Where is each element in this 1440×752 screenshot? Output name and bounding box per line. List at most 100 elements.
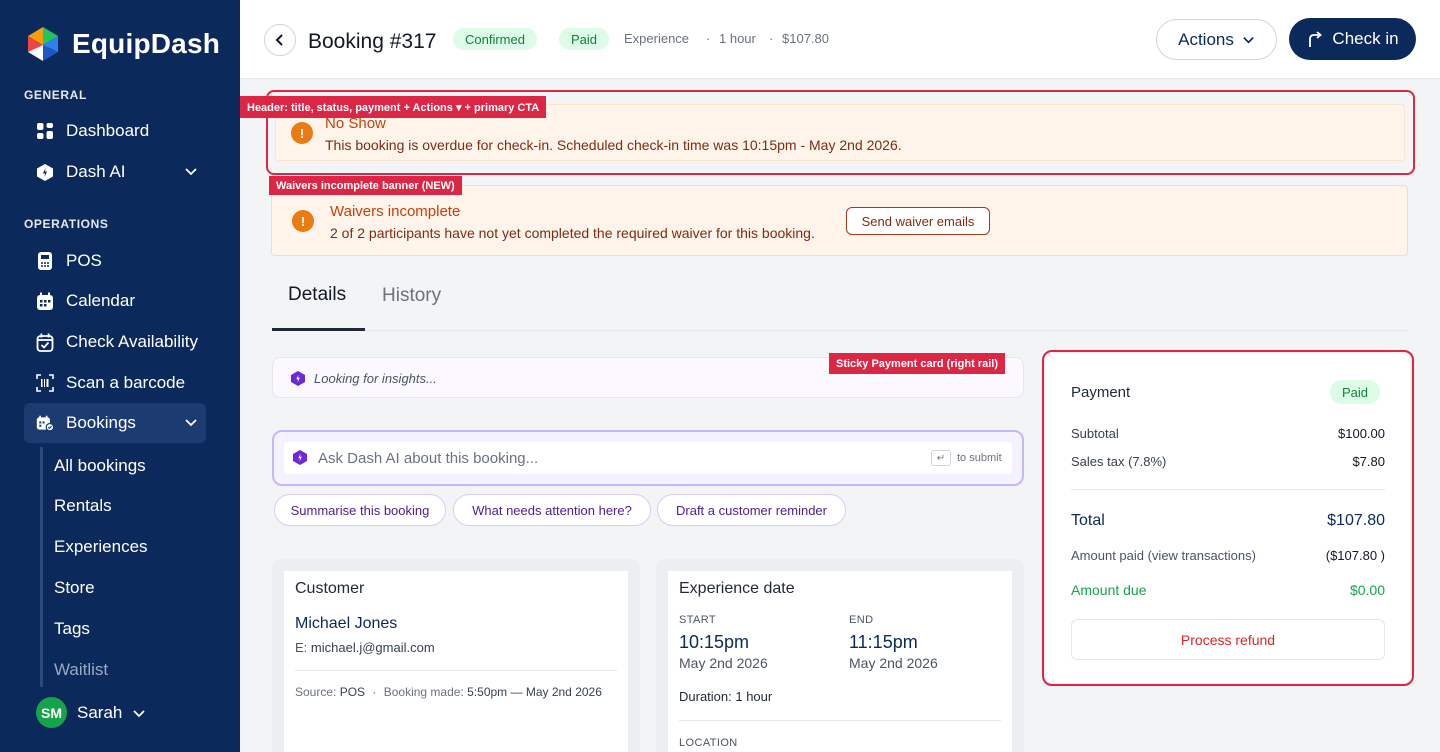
amount-paid-row: Amount paid (view transactions) ($107.80… xyxy=(1071,548,1385,563)
dash-ai-input[interactable] xyxy=(284,442,1012,474)
check-in-arrow-icon xyxy=(1309,31,1323,47)
payment-status-badge: Paid xyxy=(1330,380,1381,404)
sidebar-item-label: Dash AI xyxy=(66,162,126,181)
chevron-down-icon[interactable] xyxy=(184,164,198,178)
check-in-label: Check in xyxy=(1332,29,1399,48)
tab-details[interactable]: Details xyxy=(288,284,346,306)
barcode-scan-icon xyxy=(36,374,54,392)
waivers-text: 2 of 2 participants have not yet complet… xyxy=(330,225,815,241)
submit-hint: to submit xyxy=(957,452,1002,464)
avatar: SM xyxy=(36,697,67,728)
sidebar-item-label: Calendar xyxy=(66,291,135,310)
pos-terminal-icon xyxy=(36,252,54,270)
booking-amount: $107.80 xyxy=(782,31,829,46)
chip-needs-attention[interactable]: What needs attention here? xyxy=(453,494,651,526)
customer-name-link[interactable]: Michael Jones xyxy=(295,615,397,633)
no-show-text: This booking is overdue for check-in. Sc… xyxy=(325,137,902,153)
check-in-button[interactable]: Check in xyxy=(1289,18,1416,60)
chevron-down-icon[interactable] xyxy=(184,415,198,429)
sidebar-subitem-store[interactable]: Store xyxy=(54,578,95,598)
payment-title: Payment xyxy=(1071,384,1131,401)
status-badge: Confirmed xyxy=(453,28,537,50)
sidebar: EquipDash GENERAL Dashboard Dash AI OPER… xyxy=(0,0,240,752)
chip-draft-reminder[interactable]: Draft a customer reminder xyxy=(657,494,846,526)
sidebar-item-dash-ai[interactable]: Dash AI xyxy=(24,152,206,192)
sidebar-subitem-experiences[interactable]: Experiences xyxy=(54,537,148,557)
app-name: EquipDash xyxy=(72,28,221,59)
divider xyxy=(679,720,1001,721)
booking-source-line: Source: POS · Booking made: 5:50pm — May… xyxy=(295,683,605,701)
customer-email[interactable]: michael.j@gmail.com xyxy=(311,640,435,655)
chevron-left-icon xyxy=(275,34,283,46)
sidebar-item-check-availability[interactable]: Check Availability xyxy=(24,322,206,362)
tab-history[interactable]: History xyxy=(382,285,441,307)
send-waiver-emails-button[interactable]: Send waiver emails xyxy=(846,207,990,235)
waivers-title: Waivers incomplete xyxy=(330,203,461,220)
sidebar-subitem-waitlist[interactable]: Waitlist xyxy=(54,660,108,680)
chip-summarise-booking[interactable]: Summarise this booking xyxy=(274,494,446,526)
user-menu[interactable]: SM Sarah xyxy=(36,697,146,728)
booking-header: Booking #317 Confirmed Paid Experience ·… xyxy=(240,0,1440,79)
start-label: START xyxy=(679,614,717,626)
ai-hex-icon xyxy=(36,163,54,181)
subtotal-label: Subtotal xyxy=(1071,426,1119,441)
warning-icon: ! xyxy=(292,210,314,232)
meta-separator: · xyxy=(372,685,377,699)
divider xyxy=(1071,489,1385,490)
start-time: 10:15pm xyxy=(679,632,750,652)
meta-separator: · xyxy=(769,31,774,46)
sidebar-subitem-rentals[interactable]: Rentals xyxy=(54,496,112,516)
sidebar-item-label: Bookings xyxy=(66,413,136,432)
booking-type: Experience xyxy=(624,31,690,46)
total-row: Total $107.80 xyxy=(1071,512,1385,530)
end-label: END xyxy=(849,614,874,626)
tax-label: Sales tax (7.8%) xyxy=(1071,454,1167,469)
waivers-banner: ! Waivers incomplete 2 of 2 participants… xyxy=(271,185,1408,256)
sidebar-item-label: POS xyxy=(66,251,102,270)
tax-value: $7.80 xyxy=(1352,454,1385,469)
section-label-general: GENERAL xyxy=(24,88,87,102)
tabs-divider xyxy=(272,330,1408,331)
sidebar-item-scan-barcode[interactable]: Scan a barcode xyxy=(24,363,206,403)
subtotal-value: $100.00 xyxy=(1338,426,1385,441)
start-date: May 2nd 2026 xyxy=(679,655,768,671)
back-button[interactable] xyxy=(264,24,296,56)
booking-duration: 1 hour xyxy=(719,31,756,46)
sidebar-item-label: Scan a barcode xyxy=(66,373,186,392)
sidebar-subitem-all-bookings[interactable]: All bookings xyxy=(54,456,146,476)
active-tab-indicator xyxy=(272,328,365,331)
divider xyxy=(295,670,617,671)
sidebar-subitem-tags[interactable]: Tags xyxy=(54,619,90,639)
amount-due-value: $0.00 xyxy=(1349,582,1385,598)
insights-text: Looking for insights... xyxy=(314,371,437,386)
section-label-operations: OPERATIONS xyxy=(24,217,109,231)
chevron-down-icon xyxy=(1243,37,1254,44)
amount-due-row: Amount due $0.00 xyxy=(1071,582,1385,598)
annotation-tag-payment: Sticky Payment card (right rail) xyxy=(829,353,1005,374)
customer-card-title: Customer xyxy=(295,580,365,597)
sidebar-item-label: Check Availability xyxy=(66,332,198,351)
amount-paid-value: ($107.80 ) xyxy=(1325,548,1385,563)
annotation-tag-header: Header: title, status, payment + Actions… xyxy=(240,96,547,118)
bookings-icon xyxy=(36,414,54,432)
actions-label: Actions xyxy=(1178,29,1234,49)
amount-due-label: Amount due xyxy=(1071,582,1147,598)
sidebar-item-bookings[interactable]: Bookings xyxy=(24,403,206,443)
amount-paid-label[interactable]: Amount paid (view transactions) xyxy=(1071,548,1256,563)
annotation-tag-waivers: Waivers incomplete banner (NEW) xyxy=(269,176,462,195)
ai-hex-icon xyxy=(293,450,307,465)
email-prefix: E: xyxy=(295,640,308,655)
actions-button[interactable]: Actions xyxy=(1156,19,1277,60)
customer-card xyxy=(284,571,628,752)
payment-status-badge: Paid xyxy=(559,28,610,50)
grid-icon xyxy=(36,122,54,140)
enter-key-icon: ↵ xyxy=(931,450,951,466)
process-refund-button[interactable]: Process refund xyxy=(1071,619,1385,660)
sidebar-item-dashboard[interactable]: Dashboard xyxy=(24,111,206,151)
meta-separator: · xyxy=(706,31,711,46)
app-logo[interactable]: EquipDash xyxy=(24,25,220,63)
customer-email-row: E: michael.j@gmail.com xyxy=(295,640,435,655)
sidebar-item-pos[interactable]: POS xyxy=(24,241,206,281)
user-name: Sarah xyxy=(77,702,123,722)
sidebar-item-calendar[interactable]: Calendar xyxy=(24,281,206,321)
